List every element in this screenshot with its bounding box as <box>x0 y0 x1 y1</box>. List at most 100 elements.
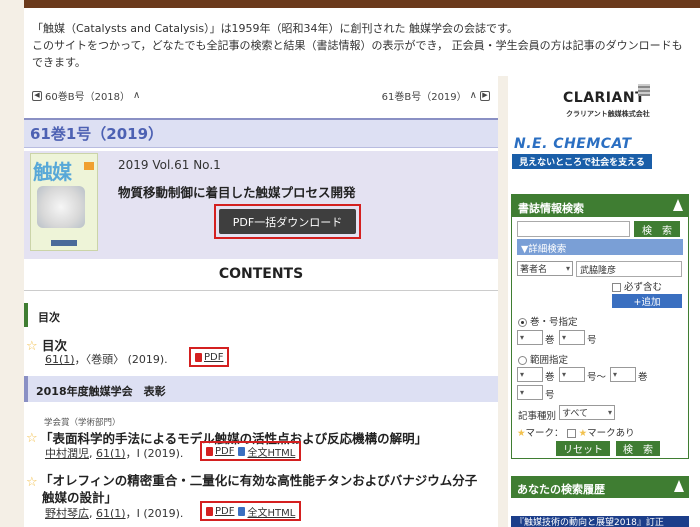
range-issue-tilde: 号〜 <box>587 372 607 383</box>
reference-rest: ，Ⅰ (2019). <box>125 507 184 520</box>
volume-title: 61巻1号（2019） <box>30 125 164 143</box>
vol-issue-label: 巻・号指定 <box>530 317 578 328</box>
star-icon[interactable]: ☆ <box>26 339 38 354</box>
vol-unit: 巻 <box>545 335 555 346</box>
volume-link[interactable]: 61(1) <box>45 353 75 366</box>
pdf-all-highlight: PDF一括ダウンロード <box>214 204 361 239</box>
news-banner[interactable]: 『触媒技術の動向と展望2018』訂正 <box>511 516 689 527</box>
field-select-value: 著者名 <box>520 265 548 275</box>
chemcat-tagline: 見えないところで社会を支える <box>512 154 652 169</box>
chevron-left-icon: ◀ <box>32 90 42 101</box>
sidebar: CLARIANT クラリアント触媒株式会社 N.E. CHEMCAT 見えないと… <box>508 76 700 527</box>
mark-none-checkbox[interactable] <box>566 429 576 438</box>
range-start-volume-select[interactable] <box>517 367 543 382</box>
intro-text: 「触媒（Catalysts and Catalysis）」は1959年（昭和34… <box>24 8 700 76</box>
must-include-checkbox[interactable]: 必ず含む <box>612 279 662 293</box>
prev-issue-link[interactable]: ◀ 60巻B号（2018） ∧ <box>32 88 140 103</box>
top-bar <box>24 0 700 8</box>
cover-image[interactable]: 触媒 <box>30 153 98 251</box>
sponsor-chemcat-logo[interactable]: N.E. CHEMCAT 見えないところで社会を支える <box>512 134 652 170</box>
author-link[interactable]: 中村潤児 <box>45 447 89 460</box>
pdf-link[interactable]: PDF <box>206 446 234 457</box>
keyword-input[interactable] <box>517 221 630 237</box>
range-radio[interactable]: 範囲指定 <box>518 352 568 366</box>
reset-button[interactable]: リセット <box>556 441 610 456</box>
star-icon[interactable]: ☆ <box>26 475 38 490</box>
main-content: ◀ 60巻B号（2018） ∧ 61巻B号（2019） ∧ ▶ 61巻1号（20… <box>24 76 498 527</box>
cover-title: 触媒 <box>33 160 72 184</box>
search-history-header[interactable]: あなたの検索履歴 <box>511 476 689 498</box>
issue-box: 触媒 2019 Vol.61 No.1 物質移動制御に着目した触媒プロセス開発 … <box>24 151 498 259</box>
contents-heading: CONTENTS <box>218 266 304 282</box>
divider <box>24 290 498 291</box>
advanced-search-toggle[interactable]: ▼詳細検索 <box>517 239 683 255</box>
reference-rest: ，Ⅰ (2019). <box>125 447 184 460</box>
reference-rest: ，〈巻頭〉 (2019). <box>74 353 168 366</box>
collapse-up-icon[interactable] <box>674 480 684 492</box>
star-icon[interactable]: ☆ <box>26 431 38 446</box>
checkbox[interactable] <box>612 283 621 292</box>
issue-select[interactable] <box>559 330 585 345</box>
author-link[interactable]: 野村琴広 <box>45 507 89 520</box>
volume-header: 61巻1号（2019） <box>24 118 498 148</box>
add-condition-button[interactable]: +追加 <box>612 294 682 308</box>
search-button[interactable]: 検 索 <box>634 221 680 237</box>
intro-line-2: このサイトをつかって，どなたでも全記事の検索と結果（書誌情報）の表示ができ， 正… <box>32 39 683 69</box>
section-header-toc: 目次 <box>24 303 498 327</box>
html-link[interactable]: 全文HTML <box>238 444 295 459</box>
pdf-icon <box>195 352 202 362</box>
article-reference: 61(1)，〈巻頭〉 (2019). <box>45 351 168 367</box>
pdf-link-label: PDF <box>215 505 235 517</box>
article-links-highlight: PDF 全文HTML <box>200 501 302 521</box>
vol-issue-radio[interactable]: 巻・号指定 <box>518 314 578 328</box>
article-reference: 野村琴広, 61(1)，Ⅰ (2019). <box>45 507 184 520</box>
chevron-up-icon: ∧ <box>469 90 477 101</box>
prev-issue-label: 60巻B号（2018） <box>45 92 131 103</box>
mark-filter: ★マーク： ★マークあり <box>517 425 635 439</box>
collapse-up-icon[interactable] <box>673 199 683 211</box>
search-panel: 書誌情報検索 検 索 ▼詳細検索 著者名 武脇隆彦 必ず含む +追加 巻・号指定… <box>511 194 689 459</box>
radio-unselected[interactable] <box>518 356 527 365</box>
issue-unit: 号 <box>545 390 555 401</box>
range-start-issue-select[interactable] <box>559 367 585 382</box>
mark-label: マーク： <box>525 428 564 439</box>
volume-link[interactable]: 61(1) <box>96 507 126 520</box>
chevron-up-icon: ∧ <box>133 90 141 101</box>
pdf-link-label: PDF <box>215 445 235 457</box>
pdf-link[interactable]: PDF <box>206 506 234 517</box>
pdf-icon <box>206 506 213 516</box>
mark-with-label: マークあり <box>587 428 635 439</box>
sponsor-clariant-logo[interactable]: CLARIANT <box>563 90 645 106</box>
issue-feature-title: 物質移動制御に着目した触媒プロセス開発 <box>118 185 356 200</box>
html-link[interactable]: 全文HTML <box>238 504 295 519</box>
clariant-mark-icon <box>638 84 650 96</box>
vol-unit: 巻 <box>638 372 648 383</box>
article-type-select[interactable]: すべて <box>559 405 615 420</box>
field-select[interactable]: 著者名 <box>517 261 573 276</box>
volume-link[interactable]: 61(1) <box>96 447 126 460</box>
field-value-input[interactable]: 武脇隆彦 <box>576 261 682 277</box>
volume-select[interactable] <box>517 330 543 345</box>
radio-selected[interactable] <box>518 318 527 327</box>
range-end-volume-select[interactable] <box>610 367 636 382</box>
must-include-label: 必ず含む <box>624 282 663 293</box>
intro-line-1: 「触媒（Catalysts and Catalysis）」は1959年（昭和34… <box>32 22 518 35</box>
article-reference: 中村潤児, 61(1)，Ⅰ (2019). <box>45 447 184 460</box>
article-links-highlight: PDF <box>189 347 230 367</box>
pdf-all-download-button[interactable]: PDF一括ダウンロード <box>219 209 356 234</box>
search-panel-title: 書誌情報検索 <box>518 202 584 215</box>
vol-unit: 巻 <box>545 372 555 383</box>
html-icon <box>238 446 246 456</box>
sponsor-clariant-subtitle: クラリアント触媒株式会社 <box>566 110 650 118</box>
search-submit-button[interactable]: 検 索 <box>616 441 660 456</box>
pdf-link[interactable]: PDF <box>195 352 223 363</box>
range-end-issue-select[interactable] <box>517 385 543 400</box>
chevron-right-icon: ▶ <box>480 90 490 101</box>
article-type-label: 記事種別 <box>518 411 557 422</box>
html-link-label: 全文HTML <box>247 447 296 459</box>
section-header-awards: 2018年度触媒学会 表彰 <box>24 376 498 402</box>
chemcat-name: N.E. CHEMCAT <box>514 136 632 152</box>
next-issue-link[interactable]: 61巻B号（2019） ∧ ▶ <box>382 88 490 103</box>
star-filled-icon: ★ <box>578 428 588 439</box>
cover-illustration <box>37 186 85 228</box>
